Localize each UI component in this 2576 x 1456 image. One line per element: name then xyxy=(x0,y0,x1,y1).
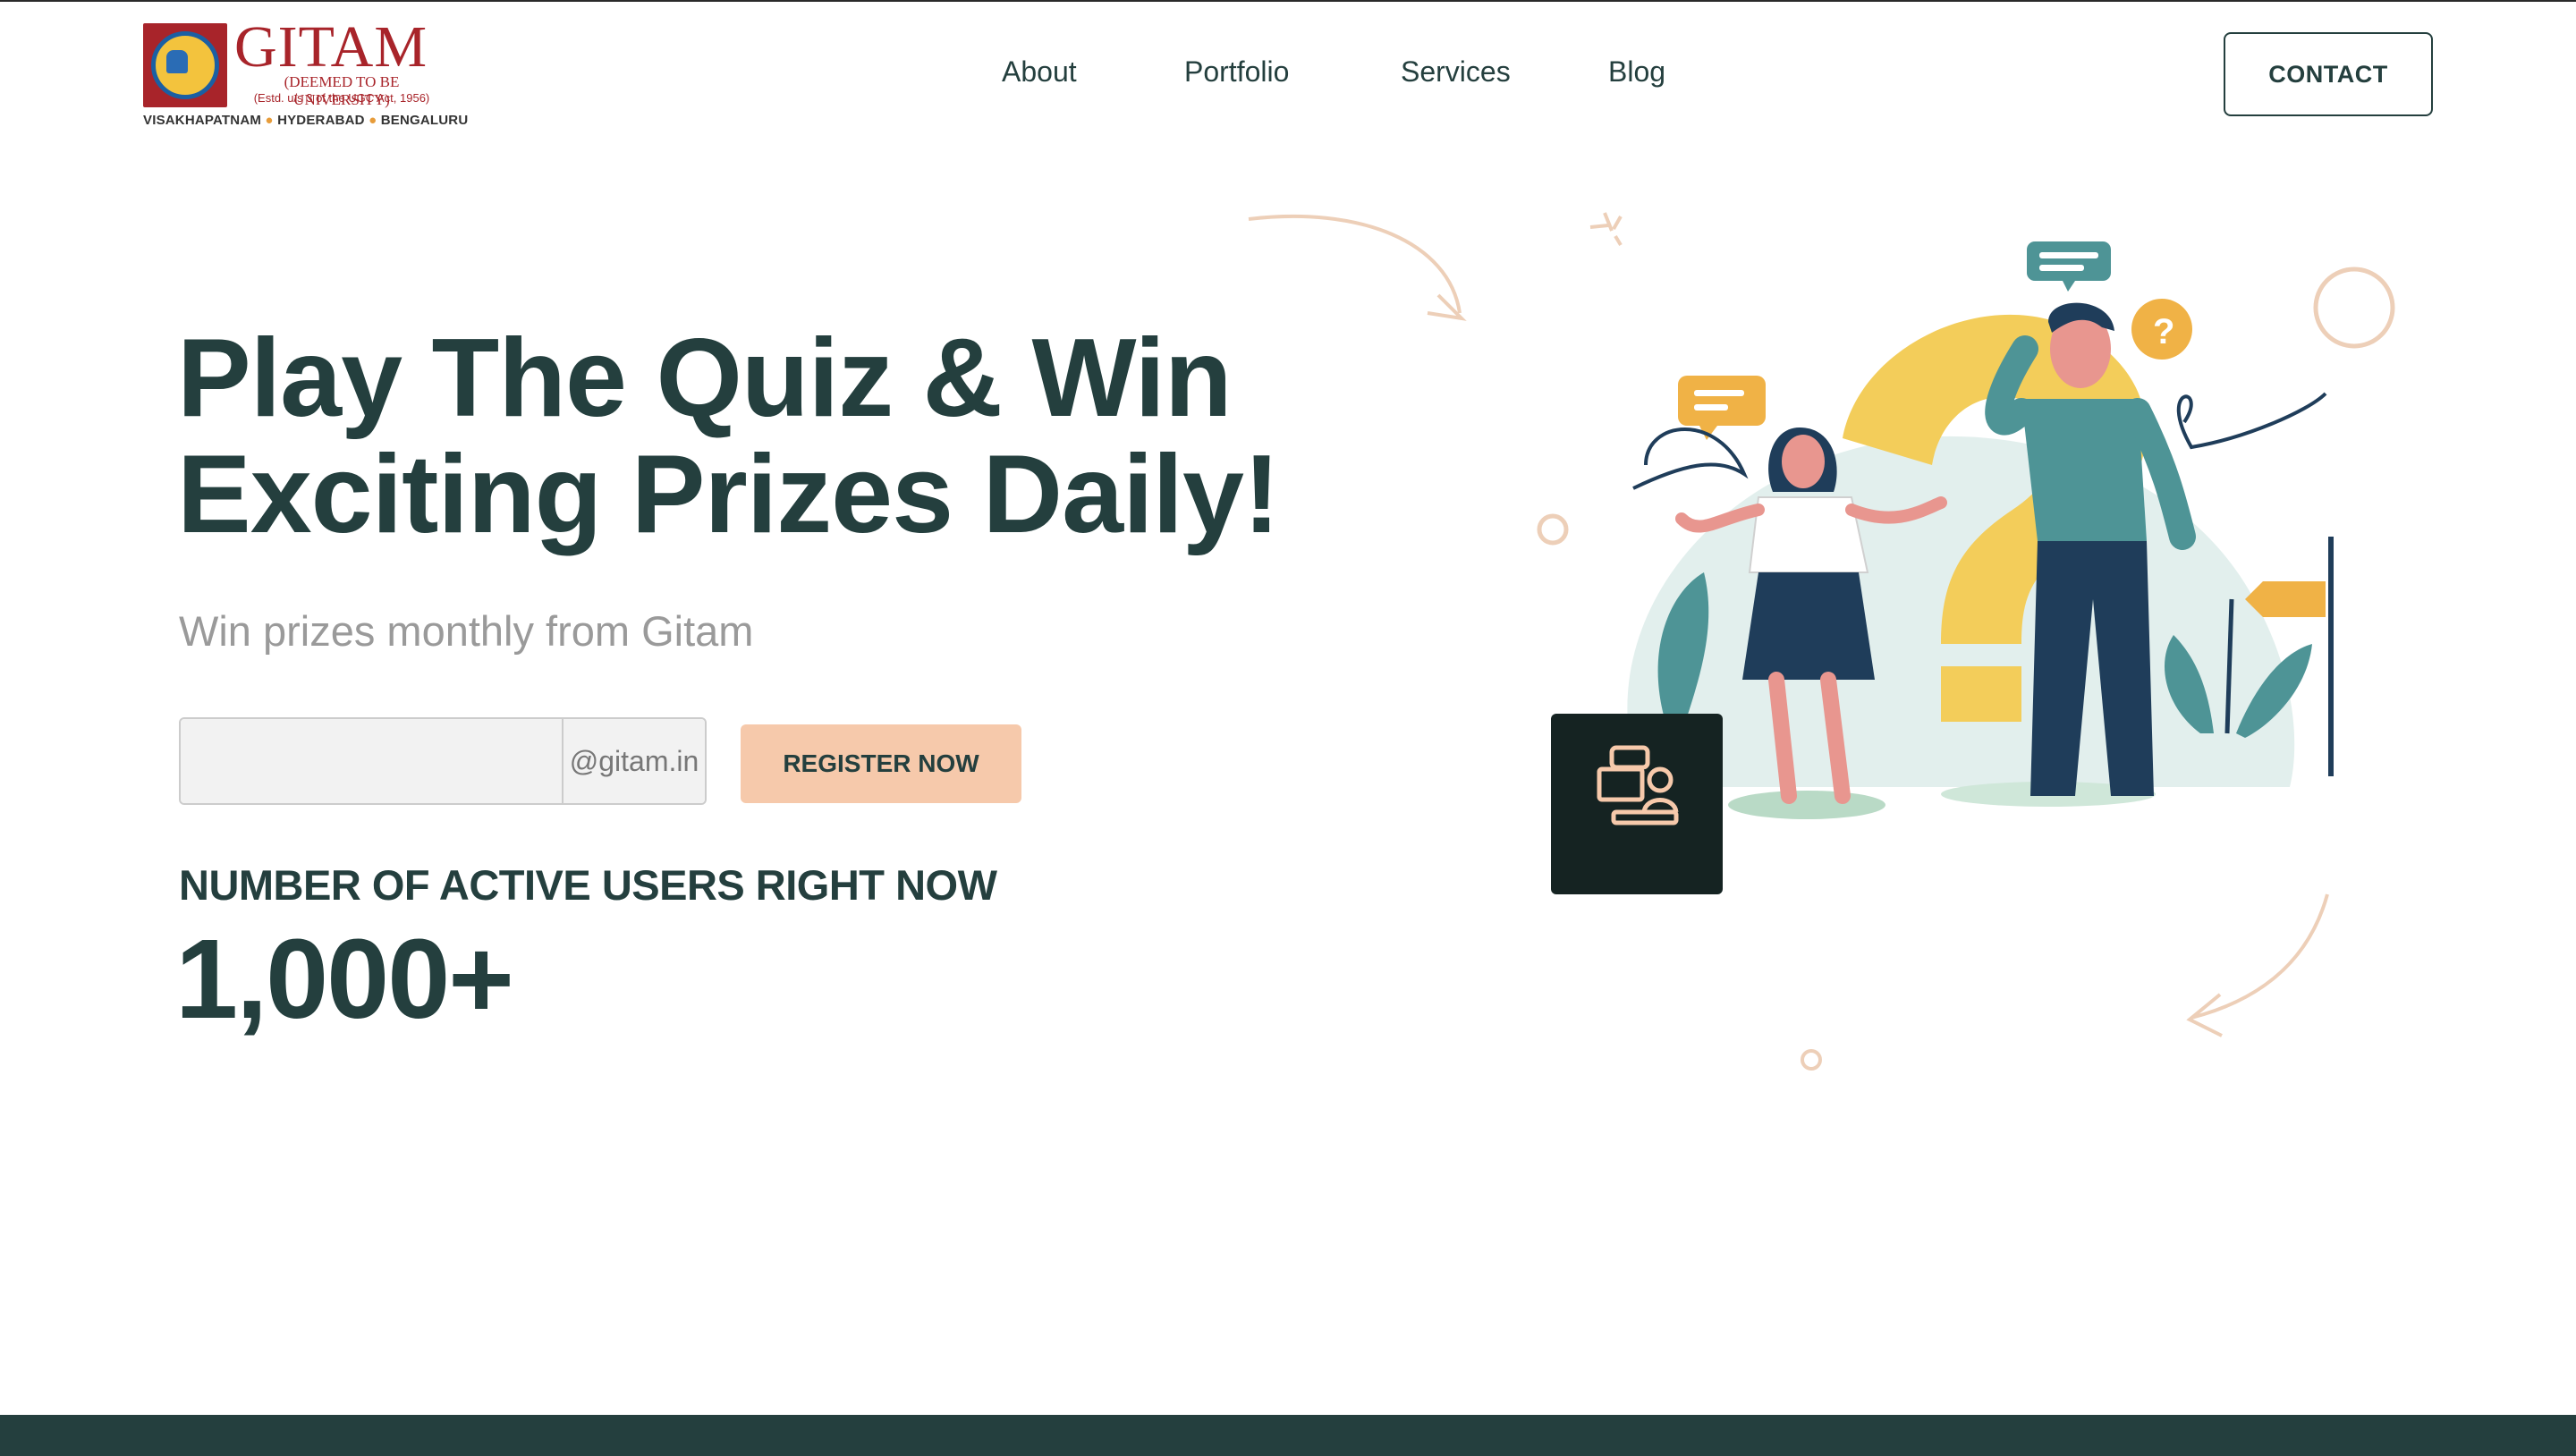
top-border-line xyxy=(0,0,2576,2)
woman-face xyxy=(1782,435,1825,488)
hero-subtitle: Win prizes monthly from Gitam xyxy=(179,607,754,655)
footer-bar xyxy=(0,1415,2576,1456)
nav-services[interactable]: Services xyxy=(1401,55,1511,89)
decor-arrow-top xyxy=(1248,215,1462,314)
brand-cities: VISAKHAPATNAM ● HYDERABAD ● BENGALURU xyxy=(143,113,468,128)
svg-text:?: ? xyxy=(2153,312,2174,351)
contact-button[interactable]: CONTACT xyxy=(2224,32,2433,116)
signpost-pole xyxy=(2328,537,2334,776)
brand-estd-line: (Estd. u/s 3 of the UGC Act, 1956) xyxy=(253,91,430,105)
city-separator: ● xyxy=(369,113,377,128)
email-input[interactable] xyxy=(181,719,562,803)
hero-title-line1: Play The Quiz & Win xyxy=(177,317,1233,440)
email-domain-suffix: @gitam.in xyxy=(562,719,705,803)
register-now-button[interactable]: REGISTER NOW xyxy=(741,724,1021,803)
decor-circle-small xyxy=(1537,513,1569,546)
university-emblem-icon xyxy=(143,23,227,107)
quiz-illustration: ? xyxy=(1248,212,2395,1071)
nav-about[interactable]: About xyxy=(1002,55,1077,89)
active-users-count: 1,000+ xyxy=(175,916,514,1042)
support-agent-icon xyxy=(1551,714,1723,894)
hero-title-line2: Exciting Prizes Daily! xyxy=(177,433,1280,556)
decor-scribble-left xyxy=(1632,427,1749,490)
question-mark-dot xyxy=(1941,666,2021,722)
active-users-label: NUMBER OF ACTIVE USERS RIGHT NOW xyxy=(179,861,997,909)
city-hyderabad: HYDERABAD xyxy=(277,113,365,128)
city-bengaluru: BENGALURU xyxy=(380,113,469,128)
chat-bubble-icon-top xyxy=(2027,241,2111,292)
brand-name: GITAM xyxy=(234,14,428,80)
shadow-woman xyxy=(1728,791,1885,819)
decor-circle-large xyxy=(2313,267,2395,349)
hero-title: Play The Quiz & Win Exciting Prizes Dail… xyxy=(177,320,1340,553)
decor-scribble-right xyxy=(2176,392,2327,450)
email-input-group: @gitam.in xyxy=(179,717,707,805)
nav-blog[interactable]: Blog xyxy=(1608,55,1665,89)
nav-portfolio[interactable]: Portfolio xyxy=(1184,55,1289,89)
gitam-logo[interactable]: GITAM (DEEMED TO BE UNIVERSITY) (Estd. u… xyxy=(141,14,468,131)
question-bubble-icon: ? xyxy=(2131,299,2192,360)
city-separator: ● xyxy=(265,113,274,128)
woman-skirt xyxy=(1742,572,1875,680)
decor-sparkle xyxy=(1589,212,1623,247)
decor-circle-tiny xyxy=(1801,1049,1822,1071)
city-visakhapatnam: VISAKHAPATNAM xyxy=(143,113,262,128)
